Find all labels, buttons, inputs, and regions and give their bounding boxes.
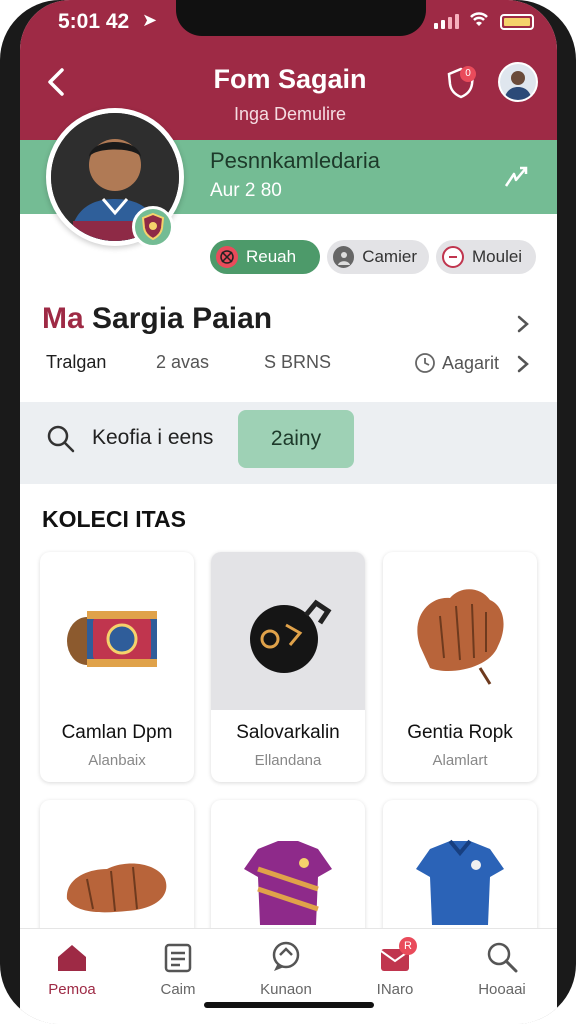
bottom-tab-bar: Pemoa Caim Kunaon R INaro Hooaai	[20, 928, 557, 1024]
chip-moulei[interactable]: Moulei	[436, 240, 536, 274]
chip-label: Reuah	[246, 247, 297, 266]
clock-icon	[415, 353, 435, 373]
stat-avas: 2 avas	[156, 352, 210, 372]
drum-icon	[40, 552, 194, 710]
mail-icon: R	[377, 937, 417, 975]
collection-title: KOLECI ITAS	[42, 506, 186, 532]
mail-badge: R	[399, 937, 417, 955]
chat-icon	[268, 939, 304, 975]
search-icon[interactable]	[46, 424, 76, 454]
chip-camier[interactable]: Camier	[327, 240, 429, 274]
app-screen: 5:01 42 ➤ Fom Sagain Inga Demulire 0 Pes…	[20, 0, 557, 1024]
chevron-right-icon[interactable]	[516, 354, 530, 374]
profile-name-prefix: Ma	[42, 302, 84, 335]
tab-inaro[interactable]: R INaro	[345, 937, 445, 998]
stat-aagarit[interactable]: Aagarit	[414, 352, 499, 374]
battery-icon	[500, 14, 534, 30]
basketball-icon	[216, 246, 238, 268]
tab-caim[interactable]: Caim	[128, 939, 228, 998]
header-subtitle: Inga Demulire	[233, 104, 347, 124]
share-arrow-icon[interactable]	[502, 164, 530, 190]
collection-card[interactable]: Salovarkalin Ellandana	[211, 552, 365, 782]
search-filter-button[interactable]: 2ainy	[238, 410, 354, 468]
person-icon	[333, 246, 355, 268]
card-subtitle: Ellandana	[254, 752, 322, 769]
tab-pemoa[interactable]: Pemoa	[22, 939, 122, 998]
search-icon	[484, 939, 520, 975]
signal-icon	[434, 14, 459, 29]
collection-card[interactable]: Camlan Dpm Alanbaix	[40, 552, 194, 782]
stat-brns: S BRNS	[264, 352, 332, 372]
card-title: Camlan Dpm	[61, 722, 173, 743]
team-crest-badge	[132, 206, 174, 248]
tab-label: Kunaon	[260, 981, 312, 998]
card-title: Gentia Ropk	[407, 722, 513, 743]
tab-hooaai[interactable]: Hooaai	[452, 939, 552, 998]
stat-aagarit-label: Aagarit	[442, 352, 500, 373]
tab-label: Hooaai	[478, 981, 526, 998]
chip-label: Moulei	[472, 247, 523, 266]
camera-notch	[176, 0, 426, 36]
back-arrow-icon[interactable]	[42, 64, 72, 100]
chevron-right-icon[interactable]	[516, 314, 530, 334]
profile-band-subtitle: Aur 2 80	[210, 180, 282, 201]
status-time: 5:01 42	[58, 10, 130, 33]
home-indicator[interactable]	[204, 1002, 374, 1008]
status-bar: 5:01 42 ➤	[20, 0, 557, 46]
search-input[interactable]: Keofia i eens	[92, 426, 213, 450]
stat-tralgan: Tralgan	[46, 352, 107, 372]
no-entry-icon	[442, 246, 464, 268]
user-avatar[interactable]	[498, 62, 538, 102]
home-icon	[54, 939, 90, 975]
chip-reuah[interactable]: Reuah	[210, 240, 320, 274]
header-title: Fom Sagain	[213, 64, 367, 94]
glove-icon	[383, 552, 537, 710]
card-title: Salovarkalin	[236, 722, 340, 743]
bell-icon	[211, 552, 365, 710]
card-subtitle: Alanbaix	[88, 752, 146, 769]
chip-label: Camier	[362, 247, 417, 266]
profile-name: Ma Sargia Paian	[42, 302, 272, 336]
tab-label: Caim	[160, 981, 196, 998]
card-subtitle: Alamlart	[432, 752, 488, 769]
location-arrow-icon: ➤	[142, 10, 158, 30]
collection-card[interactable]: Gentia Ropk Alamlart	[383, 552, 537, 782]
tab-kunaon[interactable]: Kunaon	[236, 939, 336, 998]
wifi-icon	[468, 10, 490, 34]
phone-frame: 5:01 42 ➤ Fom Sagain Inga Demulire 0 Pes…	[0, 0, 576, 1024]
list-icon	[160, 939, 196, 975]
tab-label: INaro	[376, 981, 414, 998]
profile-band-title: Pesnnkamledaria	[210, 148, 380, 173]
notification-badge: 0	[460, 66, 476, 82]
tab-label: Pemoa	[48, 981, 96, 998]
profile-name-main: Sargia Paian	[92, 302, 273, 335]
